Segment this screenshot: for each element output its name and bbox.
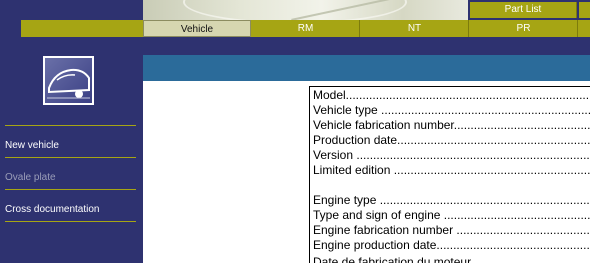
part-list-edge [579, 2, 590, 18]
info-row-vehicle-type: Vehicle type ...........................… [313, 103, 590, 117]
info-row-engine-production-date: Engine production date..................… [313, 238, 590, 252]
tab-vehicle[interactable]: Vehicle [143, 20, 251, 37]
info-row-fabrication-number: Vehicle fabrication number..............… [313, 118, 590, 132]
sidebar-item-new-vehicle[interactable]: New vehicle [5, 140, 59, 151]
vehicle-info-panel: Model...................................… [309, 86, 590, 263]
car-silhouette-icon [45, 58, 92, 103]
tab-rm[interactable]: RM [252, 20, 360, 37]
info-row-version: Version ................................… [313, 148, 590, 162]
info-row-limited-edition: Limited edition ........................… [313, 163, 590, 177]
tab-pr[interactable]: PR [470, 20, 578, 37]
banner-image [143, 0, 468, 20]
info-row-engine-fabrication-date: Date de fabrication du moteur [313, 255, 472, 263]
info-row-engine-type-sign: Type and sign of engine ................… [313, 208, 590, 222]
info-row-model: Model...................................… [313, 88, 590, 102]
sidebar-divider [5, 125, 136, 126]
vehicle-logo [43, 56, 94, 105]
info-row-production-date: Production date.........................… [313, 133, 590, 147]
tab-nt[interactable]: NT [361, 20, 469, 37]
sidebar-divider [5, 189, 136, 190]
sidebar-item-cross-documentation[interactable]: Cross documentation [5, 204, 100, 215]
sidebar-divider [5, 221, 136, 222]
part-list-button[interactable]: Part List [470, 2, 577, 18]
sidebar-item-ovale-plate: Ovale plate [5, 172, 56, 183]
info-row-engine-fabrication-number: Engine fabrication number ..............… [313, 223, 590, 237]
sidebar-divider [5, 157, 136, 158]
content-header-band [143, 55, 590, 81]
info-row-engine-type: Engine type ............................… [313, 193, 590, 207]
